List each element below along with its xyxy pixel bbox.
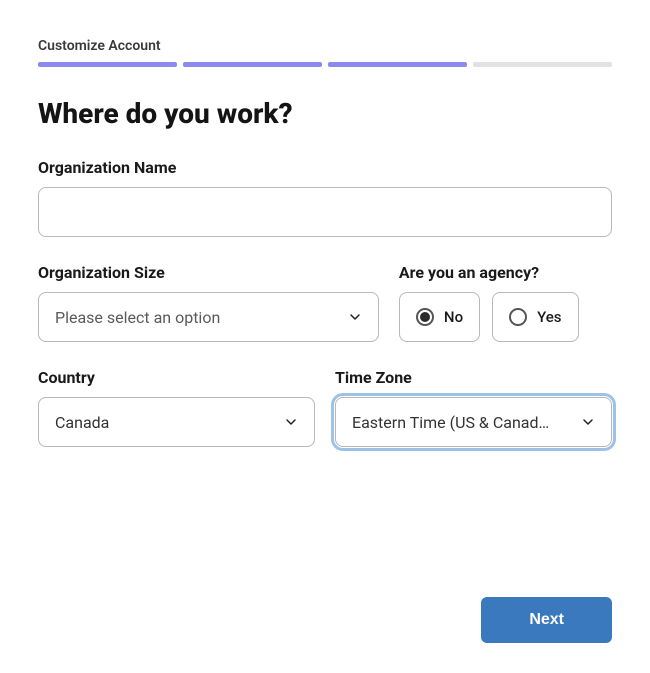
radio-unselected-icon (509, 308, 527, 326)
progress-segment (328, 62, 467, 67)
step-label: Customize Account (38, 38, 612, 54)
country-select[interactable]: Canada (38, 397, 315, 447)
progress-segment (473, 62, 612, 67)
org-name-input[interactable] (38, 187, 612, 237)
chevron-down-icon (282, 413, 300, 431)
agency-yes-label: Yes (537, 308, 561, 326)
org-name-section: Organization Name (38, 158, 612, 237)
footer: Next (38, 597, 612, 643)
country-value: Canada (55, 413, 270, 432)
radio-selected-icon (416, 308, 434, 326)
chevron-down-icon (346, 308, 364, 326)
page-title: Where do you work? (38, 97, 612, 130)
agency-radio-group: No Yes (399, 292, 612, 342)
timezone-label: Time Zone (335, 368, 612, 387)
progress-segment (38, 62, 177, 67)
next-button[interactable]: Next (481, 597, 612, 643)
chevron-down-icon (579, 413, 597, 431)
org-size-label: Organization Size (38, 263, 379, 282)
agency-yes-option[interactable]: Yes (492, 292, 578, 342)
progress-bar (38, 62, 612, 67)
agency-label: Are you an agency? (399, 263, 612, 282)
org-size-value: Please select an option (55, 308, 334, 327)
progress-segment (183, 62, 322, 67)
agency-no-label: No (444, 308, 463, 326)
org-name-label: Organization Name (38, 158, 612, 177)
country-label: Country (38, 368, 315, 387)
org-size-select[interactable]: Please select an option (38, 292, 379, 342)
timezone-value: Eastern Time (US & Canad… (352, 413, 567, 432)
timezone-select[interactable]: Eastern Time (US & Canad… (335, 397, 612, 447)
agency-no-option[interactable]: No (399, 292, 480, 342)
